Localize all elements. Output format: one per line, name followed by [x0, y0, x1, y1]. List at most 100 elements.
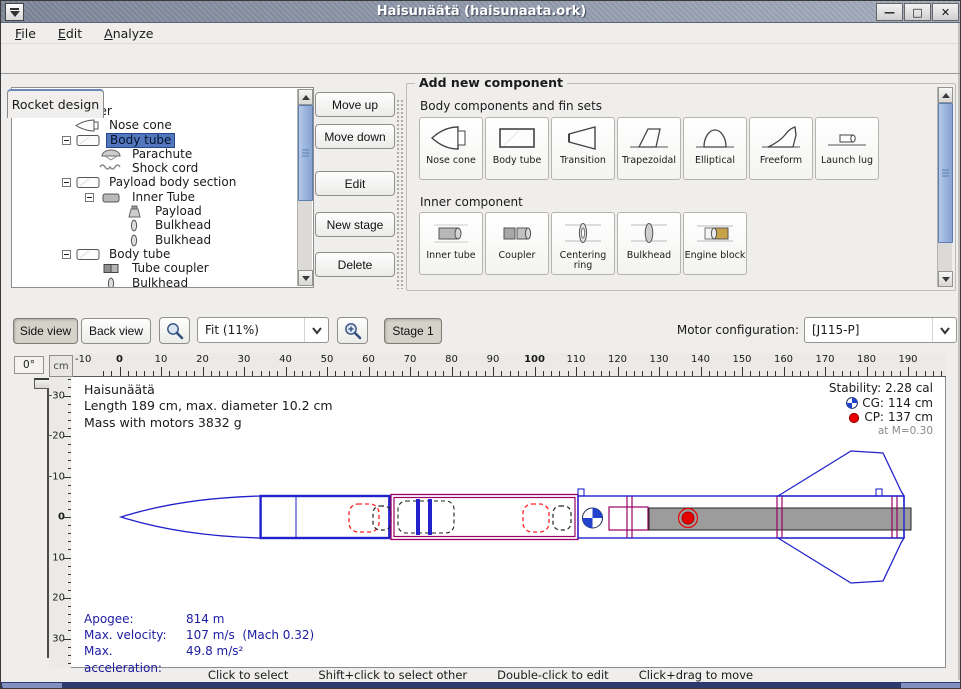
ruler-tick — [634, 371, 635, 376]
scroll-down-button[interactable] — [298, 270, 313, 286]
cg-marker — [583, 508, 603, 528]
menu-file[interactable]: File — [15, 26, 36, 41]
bodytube-icon — [75, 134, 103, 147]
tree-item-shock-cord[interactable]: Shock cord — [12, 161, 297, 175]
ruler-tick — [717, 371, 718, 376]
scroll-down-button[interactable] — [938, 271, 953, 287]
bulkhead-icon — [121, 219, 149, 232]
chevron-down-icon — [932, 318, 956, 342]
tab-rocket-design[interactable]: Rocket design — [7, 89, 104, 118]
comp-centeringring-icon — [561, 217, 605, 249]
chevron-down-icon — [304, 318, 328, 342]
stage-1-toggle[interactable]: Stage 1 — [384, 318, 442, 344]
window-bottom-border — [1, 682, 961, 689]
component-coupler-button[interactable]: Coupler — [485, 212, 549, 275]
ruler-tick — [161, 367, 162, 376]
close-button[interactable]: ✕ — [932, 3, 959, 21]
tree-item-payload[interactable]: Payload — [12, 204, 297, 218]
component-transition-button[interactable]: Transition — [551, 117, 615, 180]
tree-expander-icon[interactable] — [85, 193, 98, 202]
titlebar[interactable]: Haisunäätä (haisunaata.ork) —□✕ — [1, 1, 961, 23]
component-label: Centering ring — [552, 251, 614, 272]
scrollbar-thumb[interactable] — [298, 105, 313, 201]
tree-scrollbar[interactable] — [297, 89, 312, 286]
ruler-label: 180 — [857, 354, 876, 365]
ruler-tick — [601, 371, 602, 376]
window-menu-icon[interactable] — [5, 3, 24, 21]
component-body-tube-button[interactable]: Body tube — [485, 117, 549, 180]
ruler-label: 110 — [566, 354, 585, 365]
comp-bodytube-icon — [495, 122, 539, 154]
component-launch-lug-button[interactable]: Launch lug — [815, 117, 879, 180]
window-edge — [958, 23, 960, 680]
tree-item-body-tube[interactable]: Body tube — [12, 133, 297, 147]
menu-edit[interactable]: Edit — [58, 26, 82, 41]
cg-icon — [846, 397, 858, 409]
component-nose-cone-button[interactable]: Nose cone — [419, 117, 483, 180]
zoom-select[interactable]: Fit (11%) — [197, 317, 329, 343]
status-hint: Shift+click to select other — [318, 668, 467, 682]
component-trapezoidal-button[interactable]: Trapezoidal — [617, 117, 681, 180]
zoom-in-button[interactable] — [337, 317, 368, 344]
component-inner-tube-button[interactable]: Inner tube — [419, 212, 483, 275]
component-engine-block-button[interactable]: Engine block — [683, 212, 747, 275]
rocket-canvas[interactable]: Haisunäätä Length 189 cm, max. diameter … — [71, 377, 946, 668]
ruler-tick — [452, 367, 453, 376]
menu-analyze[interactable]: Analyze — [104, 26, 153, 41]
rotation-readout: 0° — [14, 356, 44, 374]
tree-item-tube-coupler[interactable]: Tube coupler — [12, 262, 297, 276]
scrollbar-thumb[interactable] — [938, 103, 953, 243]
tree-item-body-tube[interactable]: Body tube — [12, 247, 297, 261]
ruler-tick — [443, 371, 444, 376]
resize-corner[interactable] — [901, 683, 961, 689]
group-label-body: Body components and fin sets — [420, 99, 602, 113]
splitter-handle[interactable] — [396, 99, 404, 289]
add-component-group: Add new component Body components and fi… — [406, 83, 956, 291]
new-stage-button[interactable]: New stage — [315, 212, 395, 237]
launch-lug — [876, 489, 882, 496]
component-bulkhead-button[interactable]: Bulkhead — [617, 212, 681, 275]
component-elliptical-button[interactable]: Elliptical — [683, 117, 747, 180]
tree-item-nose-cone[interactable]: Nose cone — [12, 119, 297, 133]
motor-configuration-select[interactable]: [J115-P] — [804, 317, 957, 343]
delete-button[interactable]: Delete — [315, 252, 395, 277]
side-view-button[interactable]: Side view — [13, 318, 78, 344]
resize-corner[interactable] — [2, 683, 62, 689]
ruler-tick — [435, 371, 436, 376]
tabbar: Rocket designFlight simulations — [1, 44, 960, 74]
ruler-tick — [427, 371, 428, 376]
tree-item-parachute[interactable]: Parachute — [12, 147, 297, 161]
scroll-up-button[interactable] — [938, 87, 953, 103]
window-title: Haisunäätä (haisunaata.ork) — [1, 4, 961, 19]
zoom-out-button[interactable] — [159, 317, 190, 344]
back-view-button[interactable]: Back view — [81, 318, 151, 344]
tree-expander-icon[interactable] — [62, 250, 75, 259]
component-freeform-button[interactable]: Freeform — [749, 117, 813, 180]
ruler-tick — [377, 371, 378, 376]
ruler-tick — [734, 371, 735, 376]
comp-trapezoidal-icon — [627, 122, 671, 154]
scroll-up-button[interactable] — [298, 89, 313, 105]
tree-item-bulkhead[interactable]: Bulkhead — [12, 219, 297, 233]
tree-item-payload-body-section[interactable]: Payload body section — [12, 176, 297, 190]
component-scrollbar[interactable] — [937, 87, 952, 287]
tree-expander-icon[interactable] — [62, 178, 75, 187]
motor-configuration-label: Motor configuration: — [621, 323, 799, 337]
move-up-button[interactable]: Move up — [315, 92, 395, 117]
tree-item-bulkhead[interactable]: Bulkhead — [12, 276, 297, 287]
tree-item-bulkhead[interactable]: Bulkhead — [12, 233, 297, 247]
ruler-tick — [576, 367, 577, 376]
edit-button[interactable]: Edit — [315, 171, 395, 196]
minimize-button[interactable]: — — [876, 3, 903, 21]
ruler-tick — [269, 371, 270, 376]
move-down-button[interactable]: Move down — [315, 124, 395, 149]
component-label: Coupler — [499, 251, 536, 261]
maximize-button[interactable]: □ — [904, 3, 931, 21]
ruler-label: -10 — [75, 354, 91, 365]
tree-expander-icon[interactable] — [62, 136, 75, 145]
tree-item-inner-tube[interactable]: Inner Tube — [12, 190, 297, 204]
ruler-tick — [510, 371, 511, 376]
component-centering-ring-button[interactable]: Centering ring — [551, 212, 615, 275]
ruler-tick — [867, 367, 868, 376]
tree-item-label: Bulkhead — [152, 219, 214, 232]
